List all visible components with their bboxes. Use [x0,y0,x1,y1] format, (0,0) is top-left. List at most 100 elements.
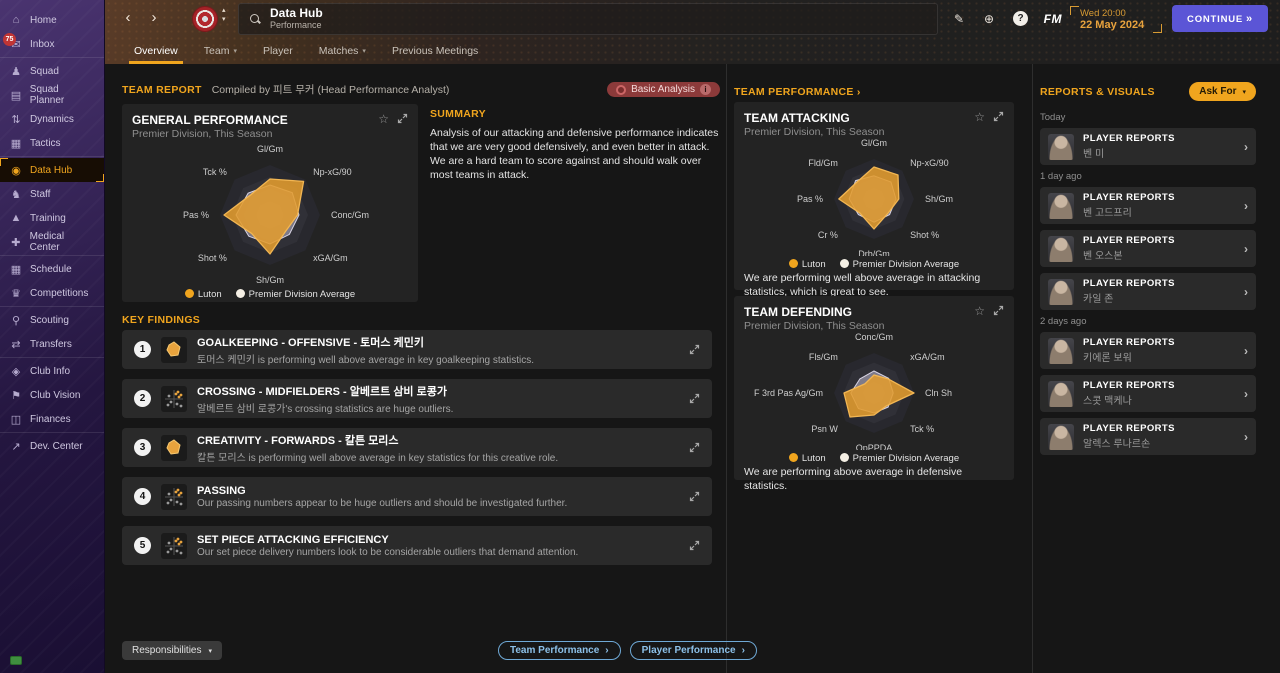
continue-button[interactable]: CONTINUE» [1172,5,1268,32]
report-texts: PLAYER REPORTS 스콧 맥케나 [1083,380,1235,407]
key-finding-row[interactable]: 1 GOALKEEPING - OFFENSIVE - 토머스 케민키 토머스 케민… [122,330,712,369]
tab-overview[interactable]: Overview [123,38,189,64]
team-performance-button[interactable]: Team Performance › [498,641,621,660]
tab-player[interactable]: Player [252,38,304,64]
key-findings-list: 1 GOALKEEPING - OFFENSIVE - 토머스 케민키 토머스 케민… [122,330,712,575]
expand-icon[interactable] [689,540,700,551]
luton-legend-dot [788,259,798,268]
page-title: Data Hub [270,6,323,20]
chart-legend: Luton Premier Division Average [734,453,1014,464]
favorite-star-icon[interactable]: ☆ [378,113,389,125]
club-switch-carets[interactable]: ▴ ▾ [222,7,226,24]
squad-icon: ♟ [11,65,21,78]
card-title: GENERAL PERFORMANCE [132,113,288,127]
expand-icon[interactable] [397,113,408,125]
svg-text:Np-xG/90: Np-xG/90 [910,158,949,168]
fm-logo: FM [1043,12,1062,26]
basic-analysis-badge[interactable]: Basic Analysis i [607,82,720,97]
sidebar-item-home[interactable]: ⌂ Home [0,8,104,32]
finding-number-badge: 1 [134,341,151,358]
sidebar-item-club-info[interactable]: ◈ Club Info [0,359,104,383]
sidebar-separator [0,306,104,307]
expand-icon[interactable] [993,305,1004,317]
key-finding-row[interactable]: 2 CROSSING - MIDFIELDERS - 알베르트 삼비 로콩가 알베르… [122,379,712,418]
double-chevron-icon: » [1246,12,1253,25]
player-report-card[interactable]: PLAYER REPORTS 카일 존 › [1040,273,1256,310]
sidebar-item-schedule[interactable]: ▦ Schedule [0,257,104,281]
player-report-card[interactable]: PLAYER REPORTS 벤 미 › [1040,128,1256,165]
summary-section: SUMMARY Analysis of our attacking and de… [430,108,722,182]
club-badge-icon[interactable] [193,7,217,31]
sidebar-item-training[interactable]: ▲ Training [0,206,104,230]
sidebar-item-competitions[interactable]: ♛ Competitions [0,281,104,305]
key-finding-row[interactable]: 5 SET PIECE ATTACKING EFFICIENCY Our set p… [122,526,712,565]
favorite-star-icon[interactable]: ☆ [974,305,985,317]
finding-texts: GOALKEEPING - OFFENSIVE - 토머스 케민키 토머스 케민키… [197,334,679,366]
data-hub-icon: ◉ [11,164,21,177]
svg-text:Sh/Gm: Sh/Gm [925,194,953,204]
chevron-down-icon: ▾ [208,647,212,655]
player-name: 카일 존 [1083,294,1114,305]
sidebar: ⌂ Home ✉ 75 Inbox ♟ Squad ▤ Squad Planner ⇅ Dynami… [0,0,105,673]
favorite-star-icon[interactable]: ☆ [974,111,985,123]
svg-text:Tck %: Tck % [203,167,227,177]
sidebar-item-squad-planner[interactable]: ▤ Squad Planner [0,83,104,107]
expand-icon[interactable] [689,344,700,355]
ask-for-button[interactable]: Ask For ▾ [1189,82,1256,101]
svg-text:Gl/Gm: Gl/Gm [861,138,887,148]
main-area: ‹ › ▴ ▾ Data Hub Performance ✎ ⊕ ? FM Wed… [105,0,1280,673]
scatter-chart-icon [161,385,187,412]
sidebar-item-squad[interactable]: ♟ Squad [0,59,104,83]
help-icon[interactable]: ? [1013,11,1028,26]
expand-icon[interactable] [993,111,1004,123]
player-avatar [1048,380,1074,407]
team-performance-link[interactable]: TEAM PERFORMANCE › [734,86,861,98]
sidebar-item-tactics[interactable]: ▦ Tactics [0,131,104,155]
sidebar-item-transfers[interactable]: ⇄ Transfers [0,332,104,356]
svg-text:xGA/Gm: xGA/Gm [910,352,945,362]
game-date: 22 May 2024 [1080,19,1145,31]
player-report-card[interactable]: PLAYER REPORTS 알렉스 루나르손 › [1040,418,1256,455]
tab-team[interactable]: Team ▾ [193,38,248,64]
edit-pencil-icon[interactable]: ✎ [950,10,968,28]
player-report-card[interactable]: PLAYER REPORTS 벤 오스본 › [1040,230,1256,267]
club-vision-icon: ⚑ [11,389,21,402]
player-report-card[interactable]: PLAYER REPORTS 스콧 맥케나 › [1040,375,1256,412]
sidebar-item-data-hub[interactable]: ◉ Data Hub [0,158,104,182]
sidebar-item-medical-center[interactable]: ✚ Medical Center [0,230,104,254]
sidebar-item-club-vision[interactable]: ⚑ Club Vision [0,383,104,407]
sidebar-item-inbox[interactable]: ✉ 75 Inbox [0,32,104,56]
finding-texts: CREATIVITY - FORWARDS - 칼튼 모리스 칼튼 모리스 is … [197,432,679,464]
player-report-card[interactable]: PLAYER REPORTS 키에론 보워 › [1040,332,1256,369]
sidebar-item-staff[interactable]: ♞ Staff [0,182,104,206]
svg-text:Tck %: Tck % [910,424,934,434]
back-arrow-icon[interactable]: ‹ [119,8,137,28]
sidebar-item-dynamics[interactable]: ⇅ Dynamics [0,107,104,131]
key-finding-row[interactable]: 4 PASSING Our passing numbers appear to be… [122,477,712,516]
sidebar-item-scouting[interactable]: ⚲ Scouting [0,308,104,332]
report-type: PLAYER REPORTS [1083,278,1175,289]
sidebar-separator [0,357,104,358]
chevron-right-icon: › [1244,386,1248,401]
responsibilities-button[interactable]: Responsibilities ▾ [122,641,222,660]
page-title-search-box[interactable]: Data Hub Performance [238,3,938,35]
chevron-right-icon: › [1244,241,1248,256]
expand-icon[interactable] [689,393,700,404]
sidebar-item-dev-center[interactable]: ↗ Dev. Center [0,434,104,458]
world-icon[interactable]: ⊕ [980,10,998,28]
dynamics-icon: ⇅ [11,113,21,126]
tab-previous-meetings[interactable]: Previous Meetings [381,38,489,64]
sidebar-item-finances[interactable]: ◫ Finances [0,407,104,431]
chevron-right-icon: › [1244,139,1248,154]
player-report-card[interactable]: PLAYER REPORTS 벤 고드프리 › [1040,187,1256,224]
chevron-right-icon: › [1244,343,1248,358]
forward-arrow-icon[interactable]: › [145,8,163,28]
player-avatar [1048,235,1074,262]
key-finding-row[interactable]: 3 CREATIVITY - FORWARDS - 칼튼 모리스 칼튼 모리스 is… [122,428,712,467]
player-performance-button[interactable]: Player Performance › [629,641,757,660]
expand-icon[interactable] [689,491,700,502]
general-performance-radar-chart: Gl/Gm Np-xG/90 Conc/Gm xGA/Gm Sh/Gm Shot % Pas… [183,144,369,285]
tab-matches[interactable]: Matches ▾ [308,38,377,64]
expand-icon[interactable] [689,442,700,453]
svg-text:Shot %: Shot % [910,230,939,240]
